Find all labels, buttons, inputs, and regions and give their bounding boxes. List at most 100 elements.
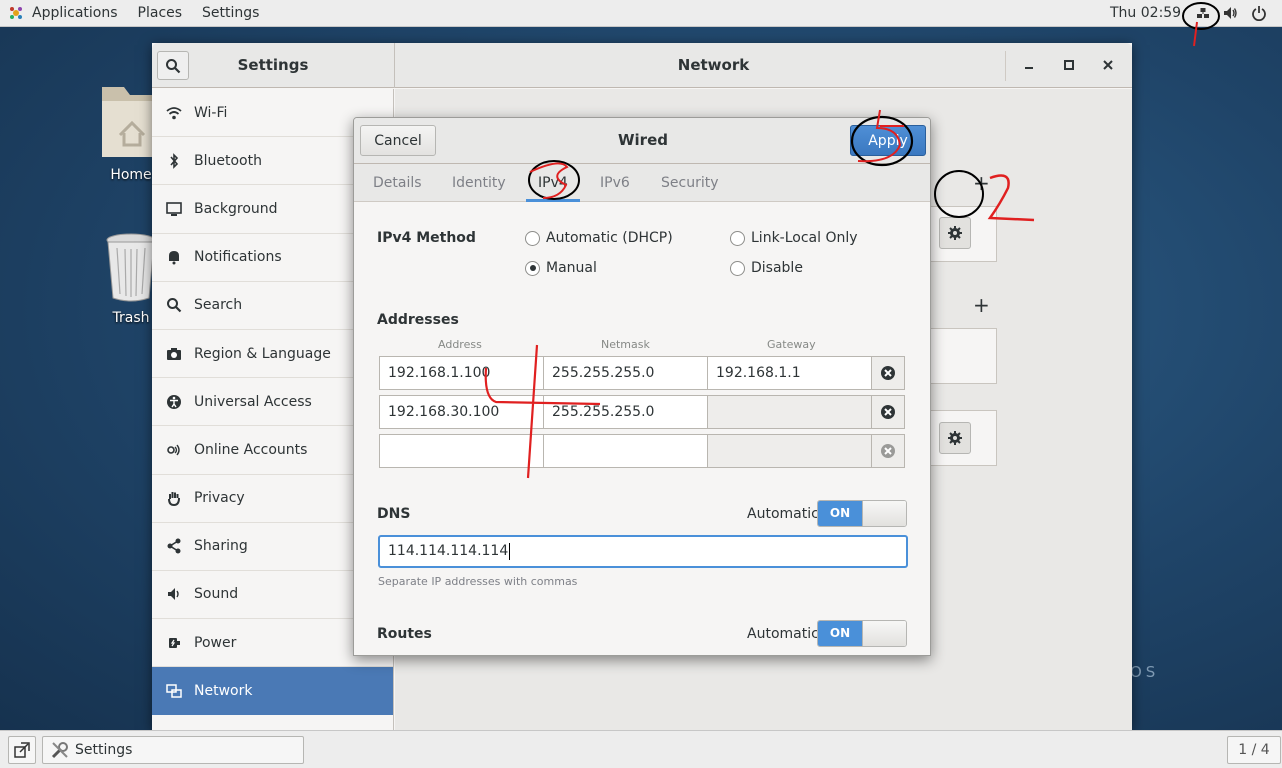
delete-address-button[interactable] [871, 395, 905, 429]
show-desktop-button[interactable] [8, 736, 36, 764]
address-input[interactable]: 192.168.30.100 [379, 395, 544, 429]
hand-icon [166, 490, 182, 507]
cancel-button[interactable]: Cancel [360, 125, 436, 156]
dns-label: DNS [377, 506, 411, 522]
tab-security[interactable]: Security [661, 164, 719, 202]
speaker-icon [166, 586, 182, 602]
wired-dialog: Wired Cancel Apply Details Identity IPv4… [353, 117, 931, 656]
radio-label: Link-Local Only [751, 230, 858, 246]
tab-ipv4[interactable]: IPv4 [526, 164, 580, 202]
trash-icon [106, 233, 156, 302]
address-input[interactable]: 192.168.1.100 [379, 356, 544, 390]
address-row: 192.168.30.100 255.255.255.0 [379, 395, 907, 429]
wired-settings-button[interactable] [939, 217, 971, 249]
tab-ipv6[interactable]: IPv6 [600, 164, 630, 202]
sidebar-item-label: Privacy [194, 490, 245, 507]
radio-disable[interactable]: Disable [730, 260, 803, 276]
delete-icon [881, 366, 895, 380]
power-icon[interactable] [1251, 5, 1267, 21]
sidebar-item-label: Bluetooth [194, 152, 262, 169]
netmask-input[interactable]: 255.255.255.0 [543, 356, 708, 390]
sidebar-item-label: Background [194, 200, 278, 217]
apply-button[interactable]: Apply [850, 125, 926, 156]
gateway-input [707, 434, 872, 468]
settings-menu[interactable]: Settings [192, 0, 269, 27]
search-button[interactable] [157, 51, 189, 80]
tab-details[interactable]: Details [373, 164, 422, 202]
radio-indicator [525, 230, 540, 246]
network-icon [166, 683, 182, 699]
minimize-button[interactable] [1019, 55, 1039, 75]
dns-input[interactable]: 114.114.114.114 [378, 535, 908, 568]
maximize-button[interactable] [1059, 55, 1079, 75]
gateway-input[interactable]: 192.168.1.1 [707, 356, 872, 390]
sidebar-item-label: Online Accounts [194, 441, 308, 458]
column-header-address: Address [438, 338, 482, 351]
camera-icon [166, 346, 182, 362]
gateway-input [707, 395, 872, 429]
sidebar-item-label: Sound [194, 586, 239, 603]
accessibility-icon [166, 394, 182, 410]
address-input[interactable] [379, 434, 544, 468]
routes-automatic-switch[interactable]: ON [817, 620, 907, 647]
tools-icon [51, 742, 68, 759]
applications-label: Applications [32, 4, 118, 21]
sidebar-item-label: Region & Language [194, 345, 331, 362]
dns-input-value: 114.114.114.114 [388, 543, 509, 559]
dns-automatic-switch[interactable]: ON [817, 500, 907, 527]
background-icon [166, 201, 182, 217]
window-controls-divider [1005, 51, 1006, 81]
routes-label: Routes [377, 626, 432, 642]
switch-on-label: ON [818, 501, 862, 526]
vpn-section [925, 328, 997, 384]
radio-manual[interactable]: Manual [525, 260, 597, 276]
wifi-icon [166, 105, 182, 121]
address-row: 192.168.1.100 255.255.255.0 192.168.1.1 [379, 356, 907, 390]
switch-on-label: ON [818, 621, 862, 646]
sidebar-item-network[interactable]: Network [152, 667, 393, 716]
text-caret [509, 542, 511, 560]
applications-menu[interactable]: Applications [0, 0, 128, 27]
add-wired-button[interactable]: + [973, 171, 990, 195]
close-button[interactable] [1098, 55, 1118, 75]
bluetooth-icon [166, 152, 182, 169]
sidebar-item-label: Notifications [194, 249, 282, 266]
delete-address-button[interactable] [871, 356, 905, 390]
clock[interactable]: Thu 02:59 [1110, 0, 1181, 27]
switch-knob [862, 621, 906, 646]
online-accounts-icon [166, 442, 182, 458]
netmask-input[interactable] [543, 434, 708, 468]
dialog-header: Wired Cancel Apply [354, 118, 930, 164]
bottom-panel: Settings 1 / 4 [0, 730, 1282, 768]
search-icon [166, 297, 182, 313]
search-icon [166, 58, 181, 73]
volume-icon[interactable] [1222, 5, 1238, 21]
os-watermark: OS [1130, 663, 1160, 681]
taskbar-window-label: Settings [75, 742, 133, 758]
radio-automatic-dhcp[interactable]: Automatic (DHCP) [525, 230, 673, 246]
dialog-title: Wired [618, 131, 668, 149]
gear-icon [948, 226, 962, 240]
netmask-input[interactable]: 255.255.255.0 [543, 395, 708, 429]
bell-icon [166, 249, 182, 265]
delete-icon [881, 444, 895, 458]
minimize-icon [1025, 67, 1033, 69]
taskbar-settings-window[interactable]: Settings [42, 736, 304, 764]
top-panel: Applications Places Settings Thu 02:59 [0, 0, 1282, 27]
proxy-settings-button[interactable] [939, 422, 971, 454]
gnome-foot-icon [10, 7, 22, 19]
dns-automatic-label: Automatic [747, 506, 819, 522]
radio-link-local[interactable]: Link-Local Only [730, 230, 858, 246]
column-header-netmask: Netmask [601, 338, 650, 351]
workspace-switcher[interactable]: 1 / 4 [1227, 736, 1281, 764]
add-vpn-button[interactable]: + [973, 293, 990, 317]
tab-identity[interactable]: Identity [452, 164, 506, 202]
address-row [379, 434, 907, 468]
places-menu[interactable]: Places [128, 0, 193, 27]
radio-indicator [525, 260, 540, 276]
routes-automatic-label: Automatic [747, 626, 819, 642]
sidebar-item-label: Network [194, 682, 253, 699]
sidebar-item-label: Wi-Fi [194, 104, 228, 121]
network-wired-icon[interactable] [1195, 5, 1211, 21]
sidebar-item-label: Sharing [194, 538, 248, 555]
